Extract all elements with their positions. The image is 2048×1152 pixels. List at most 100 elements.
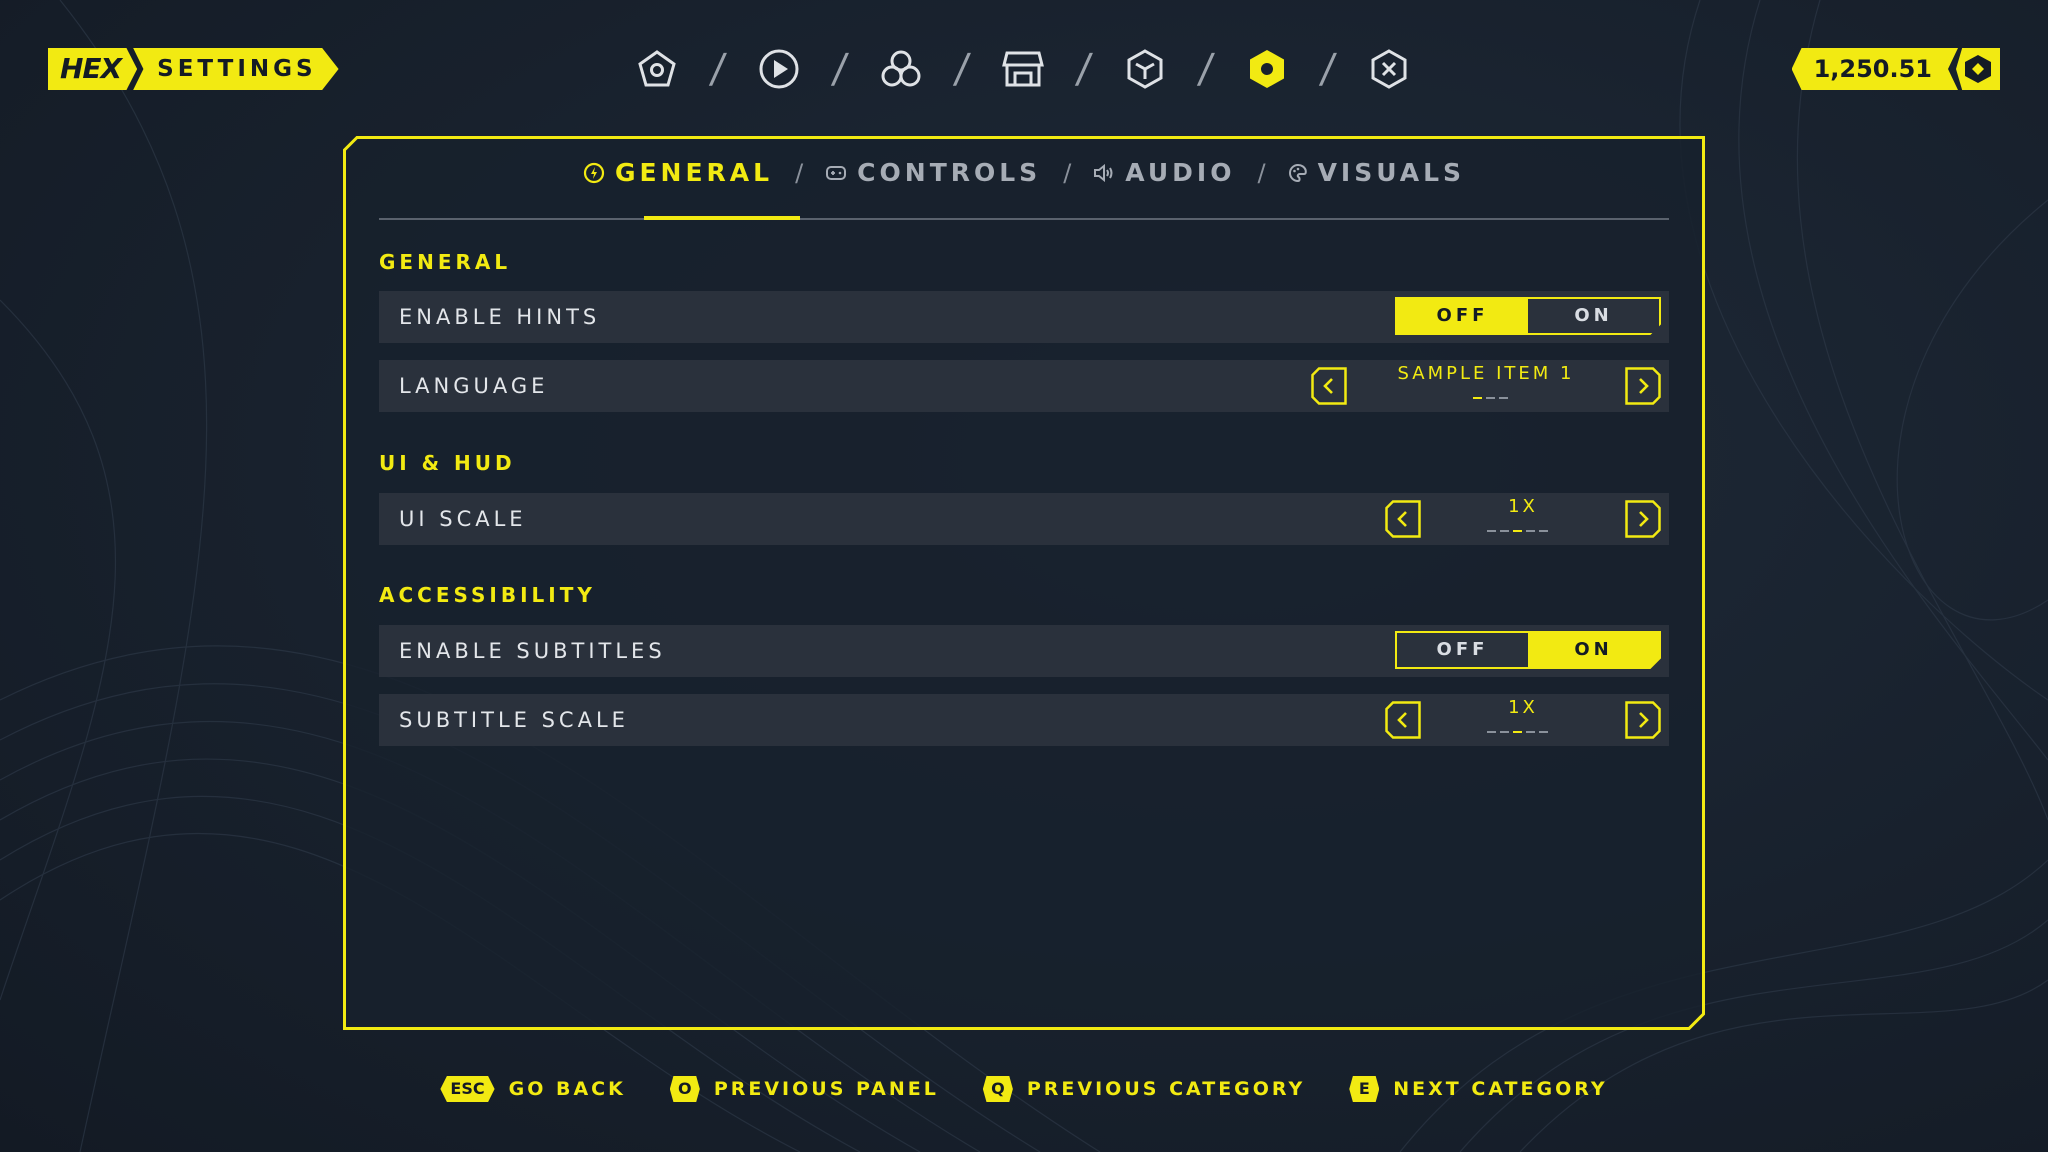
tab-controls[interactable]: CONTROLS xyxy=(821,158,1045,187)
tab-label: GENERAL xyxy=(614,158,774,187)
subtitle-scale-level-dots xyxy=(1487,731,1548,733)
next-arrow-button[interactable] xyxy=(1625,701,1661,739)
key-badge: E xyxy=(1349,1076,1380,1102)
nav-settings-icon[interactable] xyxy=(1240,42,1294,96)
enable-hints-toggle[interactable]: OFF ON xyxy=(1395,297,1661,335)
previous-arrow-button[interactable] xyxy=(1385,701,1421,739)
nav-separator: / xyxy=(1074,46,1094,92)
level-dot xyxy=(1526,731,1535,733)
key-hints-bar: ESC GO BACK O PREVIOUS PANEL Q PREVIOUS … xyxy=(0,1076,2048,1102)
hint-next-category[interactable]: E NEXT CATEGORY xyxy=(1349,1076,1607,1102)
category-tabs: GENERAL / CONTROLS / AUDIO / VISUALS xyxy=(343,158,1705,187)
setting-label: ENABLE SUBTITLES xyxy=(399,639,666,663)
palette-icon xyxy=(1288,163,1307,182)
language-page-dots xyxy=(1473,397,1508,399)
level-dot xyxy=(1513,731,1522,733)
ui-scale-selector[interactable]: 1X xyxy=(1385,496,1661,538)
chevron-left-icon xyxy=(1385,500,1421,538)
nav-separator: / xyxy=(708,46,728,92)
setting-row-language: LANGUAGE SAMPLE ITEM 1 xyxy=(379,360,1669,412)
setting-row-enable-hints: ENABLE HINTS OFF ON xyxy=(379,291,1669,343)
active-tab-indicator xyxy=(644,216,800,220)
setting-row-enable-subtitles: ENABLE SUBTITLES OFF ON xyxy=(379,625,1669,677)
level-dot xyxy=(1513,530,1522,532)
next-arrow-button[interactable] xyxy=(1625,367,1661,405)
coin-hex-icon xyxy=(1956,48,2000,90)
tab-visuals[interactable]: VISUALS xyxy=(1284,158,1469,187)
ui-scale-level-dots xyxy=(1487,530,1548,532)
hint-previous-category[interactable]: Q PREVIOUS CATEGORY xyxy=(982,1076,1306,1102)
currency-value: 1,250.51 xyxy=(1791,48,1958,90)
tab-separator: / xyxy=(795,158,804,187)
toggle-option-on[interactable]: ON xyxy=(1528,633,1659,667)
key-badge: ESC xyxy=(440,1076,495,1102)
nav-separator: / xyxy=(1318,46,1338,92)
language-selector[interactable]: SAMPLE ITEM 1 xyxy=(1311,363,1661,405)
bolt-circle-icon xyxy=(583,162,605,183)
nav-home-icon[interactable] xyxy=(630,42,684,96)
hint-label: GO BACK xyxy=(508,1078,626,1100)
screen-title: SETTINGS xyxy=(133,48,339,90)
setting-label: LANGUAGE xyxy=(399,374,549,398)
logo-text: HEX xyxy=(48,48,138,90)
section-heading-ui-hud: UI & HUD xyxy=(379,451,516,475)
previous-arrow-button[interactable] xyxy=(1385,500,1421,538)
chevron-left-icon xyxy=(1311,367,1347,405)
chevron-right-icon xyxy=(1625,500,1661,538)
settings-panel: GENERAL / CONTROLS / AUDIO / VISUALS GEN… xyxy=(343,136,1705,1030)
setting-label: ENABLE HINTS xyxy=(399,305,601,329)
toggle-option-off[interactable]: OFF xyxy=(1397,633,1528,667)
tab-separator: / xyxy=(1063,158,1072,187)
hint-go-back[interactable]: ESC GO BACK xyxy=(440,1076,625,1102)
key-badge: O xyxy=(669,1076,700,1102)
enable-subtitles-toggle[interactable]: OFF ON xyxy=(1395,631,1661,669)
speaker-icon xyxy=(1094,163,1113,182)
nav-cube-icon[interactable] xyxy=(1118,42,1172,96)
language-value: SAMPLE ITEM 1 xyxy=(1397,363,1575,384)
page-dot xyxy=(1486,397,1495,399)
nav-separator: / xyxy=(1196,46,1216,92)
nav-group-icon[interactable] xyxy=(874,42,928,96)
toggle-option-off[interactable]: OFF xyxy=(1397,299,1528,333)
subtitle-scale-selector[interactable]: 1X xyxy=(1385,697,1661,739)
setting-row-ui-scale: UI SCALE 1X xyxy=(379,493,1669,545)
nav-store-icon[interactable] xyxy=(996,42,1050,96)
game-logo: HEX SETTINGS xyxy=(48,48,339,90)
previous-arrow-button[interactable] xyxy=(1311,367,1347,405)
chevron-right-icon xyxy=(1625,701,1661,739)
hint-label: NEXT CATEGORY xyxy=(1393,1078,1608,1100)
tab-audio[interactable]: AUDIO xyxy=(1089,158,1239,187)
chevron-left-icon xyxy=(1385,701,1421,739)
nav-close-icon[interactable] xyxy=(1362,42,1416,96)
page-dot xyxy=(1499,397,1508,399)
ui-scale-value: 1X xyxy=(1508,496,1538,517)
setting-label: UI SCALE xyxy=(399,507,527,531)
level-dot xyxy=(1539,731,1548,733)
currency-display: 1,250.51 xyxy=(1791,48,2000,90)
setting-row-subtitle-scale: SUBTITLE SCALE 1X xyxy=(379,694,1669,746)
section-heading-accessibility: ACCESSIBILITY xyxy=(379,583,596,607)
hint-label: PREVIOUS CATEGORY xyxy=(1026,1078,1306,1100)
level-dot xyxy=(1500,530,1509,532)
tab-divider xyxy=(379,218,1669,220)
next-arrow-button[interactable] xyxy=(1625,500,1661,538)
level-dot xyxy=(1526,530,1535,532)
section-heading-general: GENERAL xyxy=(379,250,512,274)
subtitle-scale-value: 1X xyxy=(1508,697,1538,718)
top-navigation: / / / / / / xyxy=(630,44,1416,94)
tab-label: VISUALS xyxy=(1317,158,1466,187)
level-dot xyxy=(1539,530,1548,532)
level-dot xyxy=(1487,731,1496,733)
chevron-right-icon xyxy=(1625,367,1661,405)
tab-separator: / xyxy=(1257,158,1266,187)
tab-general[interactable]: GENERAL xyxy=(579,158,777,187)
level-dot xyxy=(1500,731,1509,733)
nav-play-icon[interactable] xyxy=(752,42,806,96)
setting-label: SUBTITLE SCALE xyxy=(399,708,629,732)
page-dot xyxy=(1473,397,1482,399)
nav-separator: / xyxy=(830,46,850,92)
key-badge: Q xyxy=(982,1076,1013,1102)
hint-label: PREVIOUS PANEL xyxy=(713,1078,939,1100)
toggle-option-on[interactable]: ON xyxy=(1528,299,1659,333)
hint-previous-panel[interactable]: O PREVIOUS PANEL xyxy=(669,1076,939,1102)
